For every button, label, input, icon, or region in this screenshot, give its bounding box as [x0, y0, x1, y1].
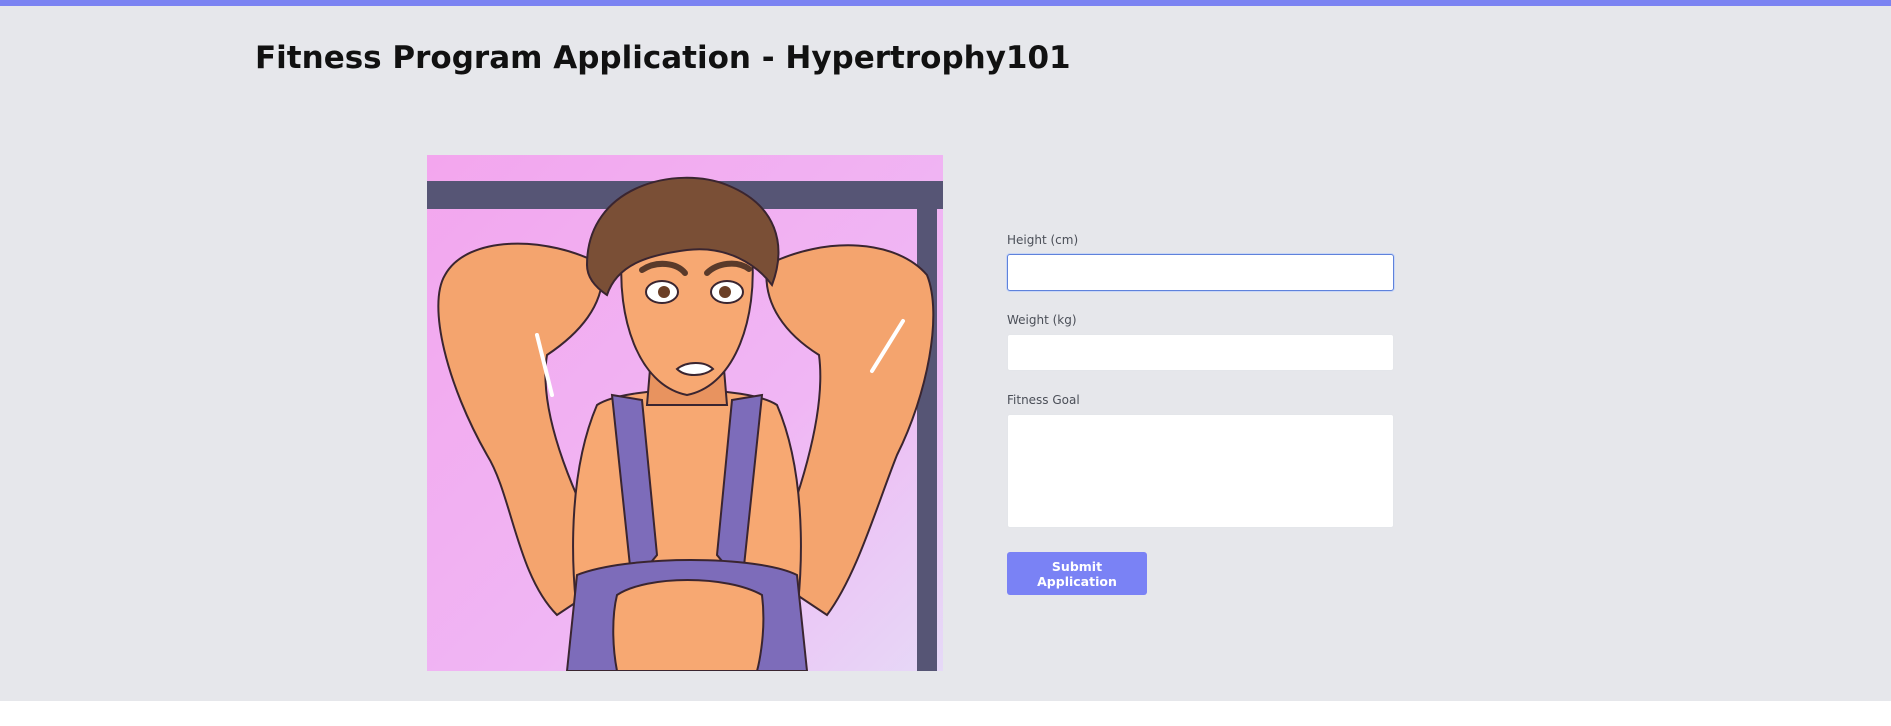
weight-input[interactable]	[1007, 334, 1394, 371]
fitness-goal-label: Fitness Goal	[1007, 393, 1080, 407]
illustration-art	[427, 155, 943, 671]
weight-field-group: Weight (kg)	[1007, 312, 1394, 371]
goal-field-group: Fitness Goal	[1007, 392, 1394, 528]
weight-label: Weight (kg)	[1007, 313, 1077, 327]
height-field-group: Height (cm)	[1007, 232, 1394, 291]
fitness-illustration	[427, 155, 943, 671]
application-form: Height (cm) Weight (kg) Fitness Goal	[1007, 232, 1394, 549]
fitness-goal-textarea[interactable]	[1007, 414, 1394, 528]
page-title: Fitness Program Application - Hypertroph…	[255, 40, 1071, 76]
height-input[interactable]	[1007, 254, 1394, 291]
page-container: Fitness Program Application - Hypertroph…	[0, 6, 1891, 701]
height-label: Height (cm)	[1007, 233, 1079, 247]
submit-application-button[interactable]: Submit Application	[1007, 552, 1147, 595]
